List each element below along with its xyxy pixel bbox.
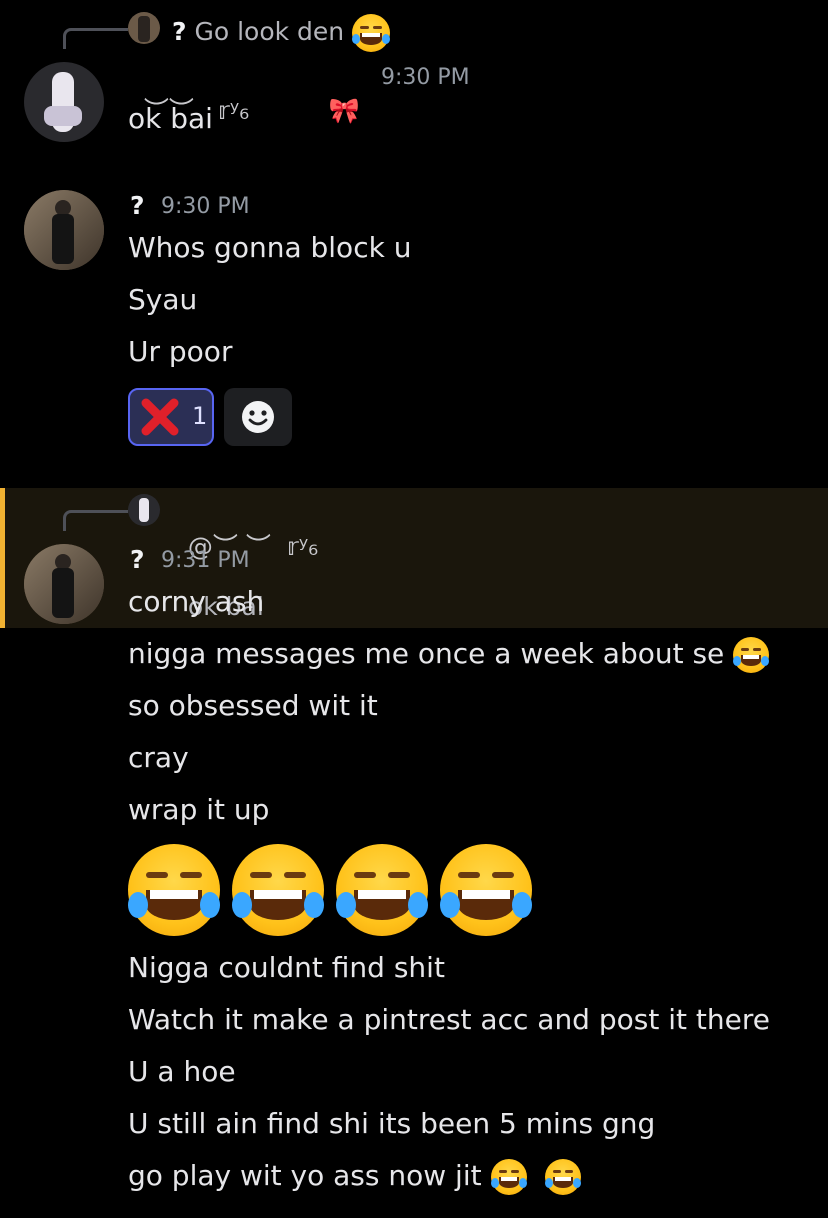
message-text: Ur poor xyxy=(128,335,233,368)
joy-emoji xyxy=(490,1159,527,1195)
message-text: Syau xyxy=(128,283,198,316)
reply-avatar[interactable] xyxy=(128,12,160,44)
message-timestamp: 9:30 PM xyxy=(381,65,470,90)
message-text: U a hoe xyxy=(128,1055,236,1088)
reply-author: ? xyxy=(172,17,187,46)
cross-mark-emoji xyxy=(141,398,179,436)
message-text: wrap it up xyxy=(128,793,270,826)
add-reaction-icon xyxy=(242,401,274,433)
joy-emoji xyxy=(352,14,391,52)
message-text: so obsessed wit it xyxy=(128,689,378,722)
reaction-chip[interactable]: 1 xyxy=(128,388,214,446)
message-text: Whos gonna block u xyxy=(128,231,412,264)
author-name[interactable]: ? xyxy=(130,191,145,220)
reply-text: Go look den xyxy=(194,17,345,46)
message-text: Watch it make a pintrest acc and post it… xyxy=(128,1003,770,1036)
message-text: corny ash xyxy=(128,585,265,618)
reaction-count: 1 xyxy=(192,402,208,430)
joy-emoji xyxy=(440,844,532,936)
mention-bar xyxy=(0,488,5,628)
reply-connector xyxy=(63,28,128,49)
reply-avatar[interactable] xyxy=(128,494,160,526)
joy-emoji xyxy=(545,1159,582,1195)
user-avatar[interactable] xyxy=(24,544,104,624)
message-timestamp: 9:30 PM xyxy=(161,194,250,219)
message-text: nigga messages me once a week about se xyxy=(128,637,770,673)
reply-preview[interactable]: ? Go look den xyxy=(172,14,391,52)
message-text: ok bai xyxy=(128,102,213,135)
user-avatar[interactable] xyxy=(24,190,104,270)
joy-emoji xyxy=(733,637,770,673)
reply-connector xyxy=(63,510,128,531)
message-text: Nigga couldnt find shit xyxy=(128,951,445,984)
message-text: cray xyxy=(128,741,189,774)
user-avatar[interactable] xyxy=(24,62,104,142)
message-text: U still ain find shi its been 5 mins gng xyxy=(128,1107,656,1140)
joy-emoji xyxy=(232,844,324,936)
add-reaction-button[interactable] xyxy=(224,388,292,446)
author-name[interactable]: ? xyxy=(130,545,145,574)
message-timestamp: 9:31 PM xyxy=(161,548,250,573)
message-text: go play wit yo ass now jit xyxy=(128,1159,582,1195)
joy-emoji xyxy=(336,844,428,936)
joy-emoji xyxy=(128,844,220,936)
mention-highlight xyxy=(0,488,828,628)
jumbo-emoji-row xyxy=(128,844,548,936)
